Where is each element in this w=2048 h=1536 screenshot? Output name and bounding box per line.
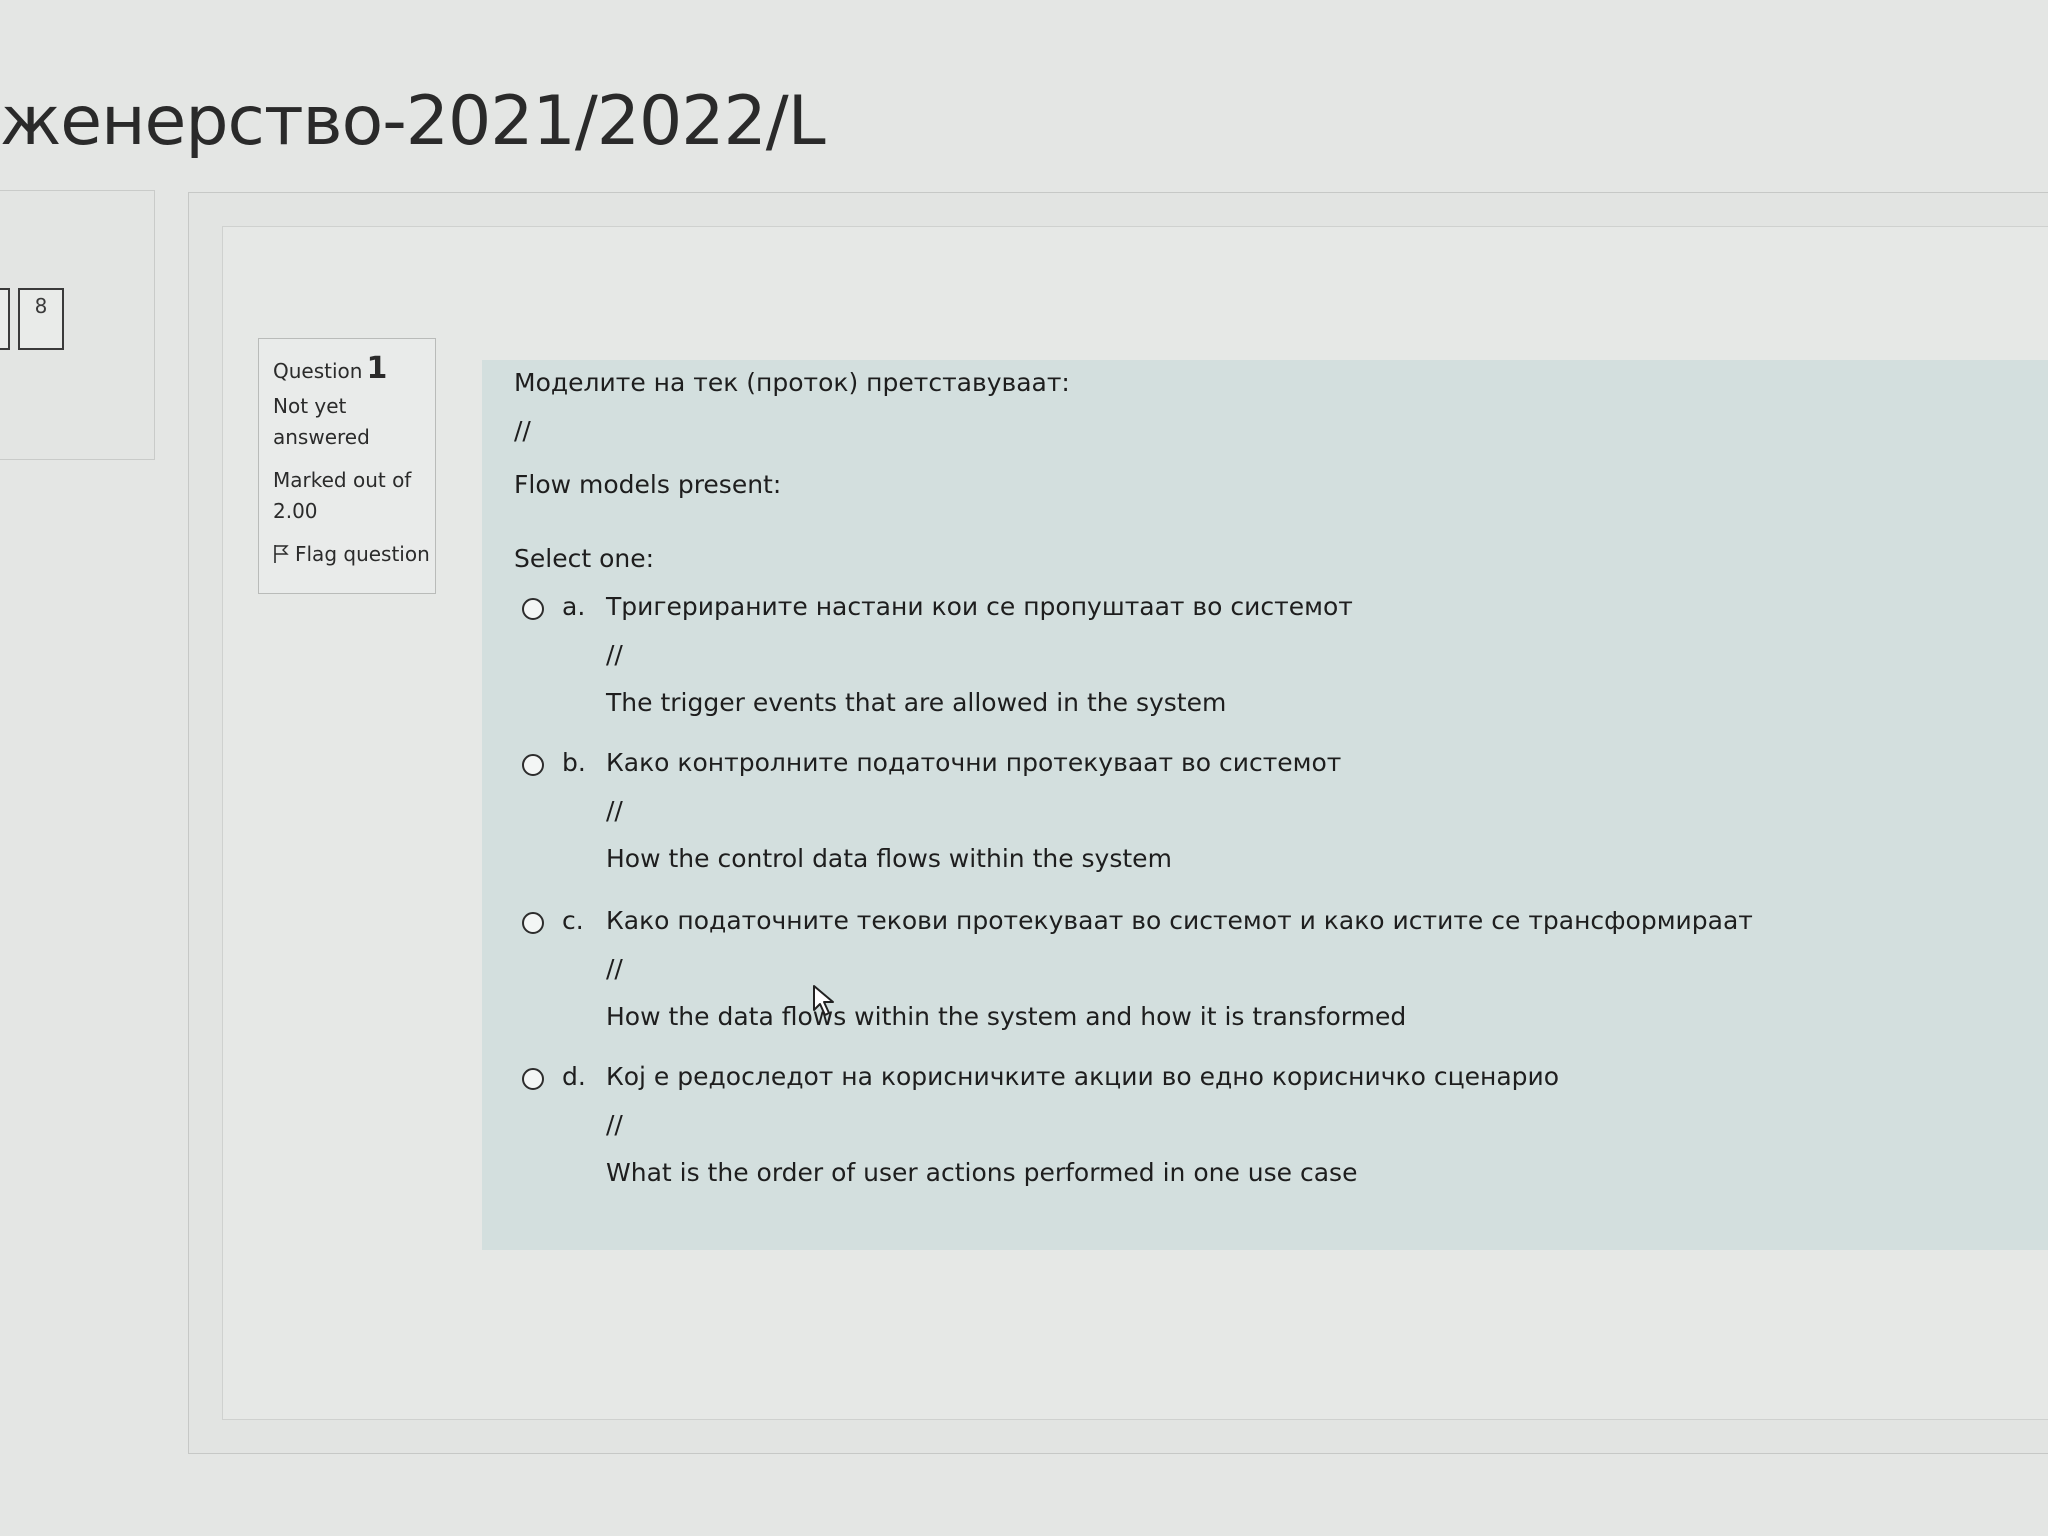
- question-text-en: Flow models present:: [514, 470, 782, 499]
- answer-letter-d: d.: [562, 1062, 586, 1091]
- question-grade-line2: 2.00: [273, 499, 318, 523]
- mouse-pointer-icon: [813, 985, 834, 1016]
- answer-text-mk-c: Како податочните текови протекуваат во с…: [606, 906, 1753, 935]
- quiz-nav-button-8[interactable]: 8: [18, 288, 64, 350]
- answer-text-en-b: How the control data flows within the sy…: [606, 844, 1172, 873]
- answer-text-mk-d: Кој е редоследот на корисничките акции в…: [606, 1062, 1560, 1091]
- answer-separator-a: //: [606, 640, 623, 669]
- flag-question-link[interactable]: Flag question: [273, 539, 430, 570]
- answer-text-en-d: What is the order of user actions perfor…: [606, 1158, 1358, 1187]
- select-one-prompt: Select one:: [514, 544, 655, 573]
- answer-text-en-c: How the data flows within the system and…: [606, 1002, 1407, 1031]
- question-state-line2: answered: [273, 425, 370, 449]
- page-title: женерство-2021/2022/L: [0, 82, 826, 161]
- answer-separator-b: //: [606, 796, 623, 825]
- question-text-mk: Моделите на тек (проток) претставуваат:: [514, 368, 1070, 397]
- question-number: 1: [366, 351, 388, 386]
- question-heading: Question 1: [273, 353, 423, 387]
- answer-letter-c: c.: [562, 906, 584, 935]
- radio-button-b[interactable]: [522, 754, 544, 776]
- radio-button-d[interactable]: [522, 1068, 544, 1090]
- quiz-nav-button-7[interactable]: [0, 288, 10, 350]
- radio-button-a[interactable]: [522, 598, 544, 620]
- question-content: Моделите на тек (проток) претставуваат: …: [482, 360, 2048, 1250]
- answer-letter-a: a.: [562, 592, 586, 621]
- question-label: Question: [273, 359, 363, 383]
- question-state-line1: Not yet: [273, 394, 347, 418]
- question-grade-line1: Marked out of: [273, 468, 412, 492]
- answer-text-en-a: The trigger events that are allowed in t…: [606, 688, 1227, 717]
- question-grade: Marked out of 2.00: [273, 465, 423, 527]
- answer-separator-d: //: [606, 1110, 623, 1139]
- answer-text-mk-b: Како контролните податочни протекуваат в…: [606, 748, 1342, 777]
- radio-button-c[interactable]: [522, 912, 544, 934]
- flag-question-label: Flag question: [295, 542, 430, 566]
- question-state: Not yet answered: [273, 391, 423, 453]
- question-text-separator: //: [514, 416, 531, 445]
- answer-separator-c: //: [606, 954, 623, 983]
- question-info-box: Question 1 Not yet answered Marked out of…: [258, 338, 436, 594]
- answer-text-mk-a: Тригерираните настани кои се пропуштаат …: [606, 592, 1353, 621]
- answer-letter-b: b.: [562, 748, 586, 777]
- flag-icon: [274, 545, 289, 563]
